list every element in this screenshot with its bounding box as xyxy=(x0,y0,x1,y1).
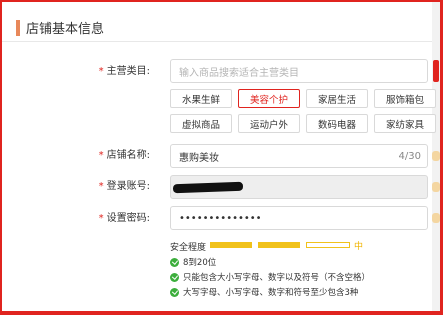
section-title: 店铺基本信息 xyxy=(26,22,105,37)
password-label-text: 设置密码: xyxy=(106,213,150,224)
check-circle-icon xyxy=(170,257,179,267)
password-label: * 设置密码: xyxy=(80,209,150,224)
category-side-mark xyxy=(433,60,439,82)
required-star: * xyxy=(98,181,104,192)
chip-virtual-goods[interactable]: 虚拟商品 xyxy=(170,114,232,133)
chip-fruit-fresh[interactable]: 水果生鲜 xyxy=(170,89,232,108)
login-account-field xyxy=(170,175,428,199)
strength-segment-2 xyxy=(258,242,300,248)
login-account-side-mark xyxy=(432,182,440,192)
required-star: * xyxy=(98,150,104,161)
category-search-input[interactable]: 输入商品搜索适合主营类目 xyxy=(170,59,428,83)
shop-name-label: * 店铺名称: xyxy=(80,146,150,161)
shop-name-value: 惠购美妆 xyxy=(179,152,219,164)
strength-segment-3 xyxy=(306,242,350,248)
check-circle-icon xyxy=(170,272,179,282)
chip-sports-outdoor[interactable]: 运动户外 xyxy=(238,114,300,133)
password-input[interactable]: •••••••••••••• xyxy=(170,206,428,230)
main-category-label-text: 主营类目: xyxy=(106,66,150,77)
rule-item: 只能包含大小写字母、数字以及符号（不含空格） xyxy=(170,271,370,283)
redacted-account-value xyxy=(172,181,244,194)
rule-text: 只能包含大小写字母、数字以及符号（不含空格） xyxy=(183,273,371,283)
main-category-label: * 主营类目: xyxy=(80,62,150,77)
login-account-label-text: 登录账号: xyxy=(106,181,150,192)
check-circle-icon xyxy=(170,287,179,297)
chip-clothing-bags[interactable]: 服饰箱包 xyxy=(374,89,436,108)
rule-text: 8到20位 xyxy=(183,258,217,268)
category-search-placeholder: 输入商品搜索适合主营类目 xyxy=(179,67,299,79)
shop-name-label-text: 店铺名称: xyxy=(106,150,150,161)
rule-item: 8到20位 xyxy=(170,256,216,268)
frame-bottom-border xyxy=(0,311,443,315)
chip-digital-electronics[interactable]: 数码电器 xyxy=(306,114,368,133)
password-value: •••••••••••••• xyxy=(179,212,262,224)
login-account-label: * 登录账号: xyxy=(80,177,150,192)
chip-beauty-care[interactable]: 美容个护 xyxy=(238,89,300,108)
chip-textile-furniture[interactable]: 家纺家具 xyxy=(374,114,436,133)
header-accent-bar xyxy=(16,20,20,36)
strength-segment-1 xyxy=(210,242,252,248)
strength-level-text: 中 xyxy=(354,242,364,252)
shop-name-input[interactable]: 惠购美妆 4/30 xyxy=(170,144,428,168)
shop-name-side-mark xyxy=(432,151,440,161)
shop-name-char-count: 4/30 xyxy=(398,150,421,162)
strength-label: 安全程度 xyxy=(170,243,207,253)
rule-text: 大写字母、小写字母、数字和符号至少包含3种 xyxy=(183,288,359,298)
rule-item: 大写字母、小写字母、数字和符号至少包含3种 xyxy=(170,286,358,298)
password-side-mark xyxy=(432,213,440,223)
frame-left-border xyxy=(0,0,2,315)
chip-home-living[interactable]: 家居生活 xyxy=(306,89,368,108)
required-star: * xyxy=(98,213,104,224)
required-star: * xyxy=(98,66,104,77)
section-header: 店铺基本信息 xyxy=(2,2,432,42)
